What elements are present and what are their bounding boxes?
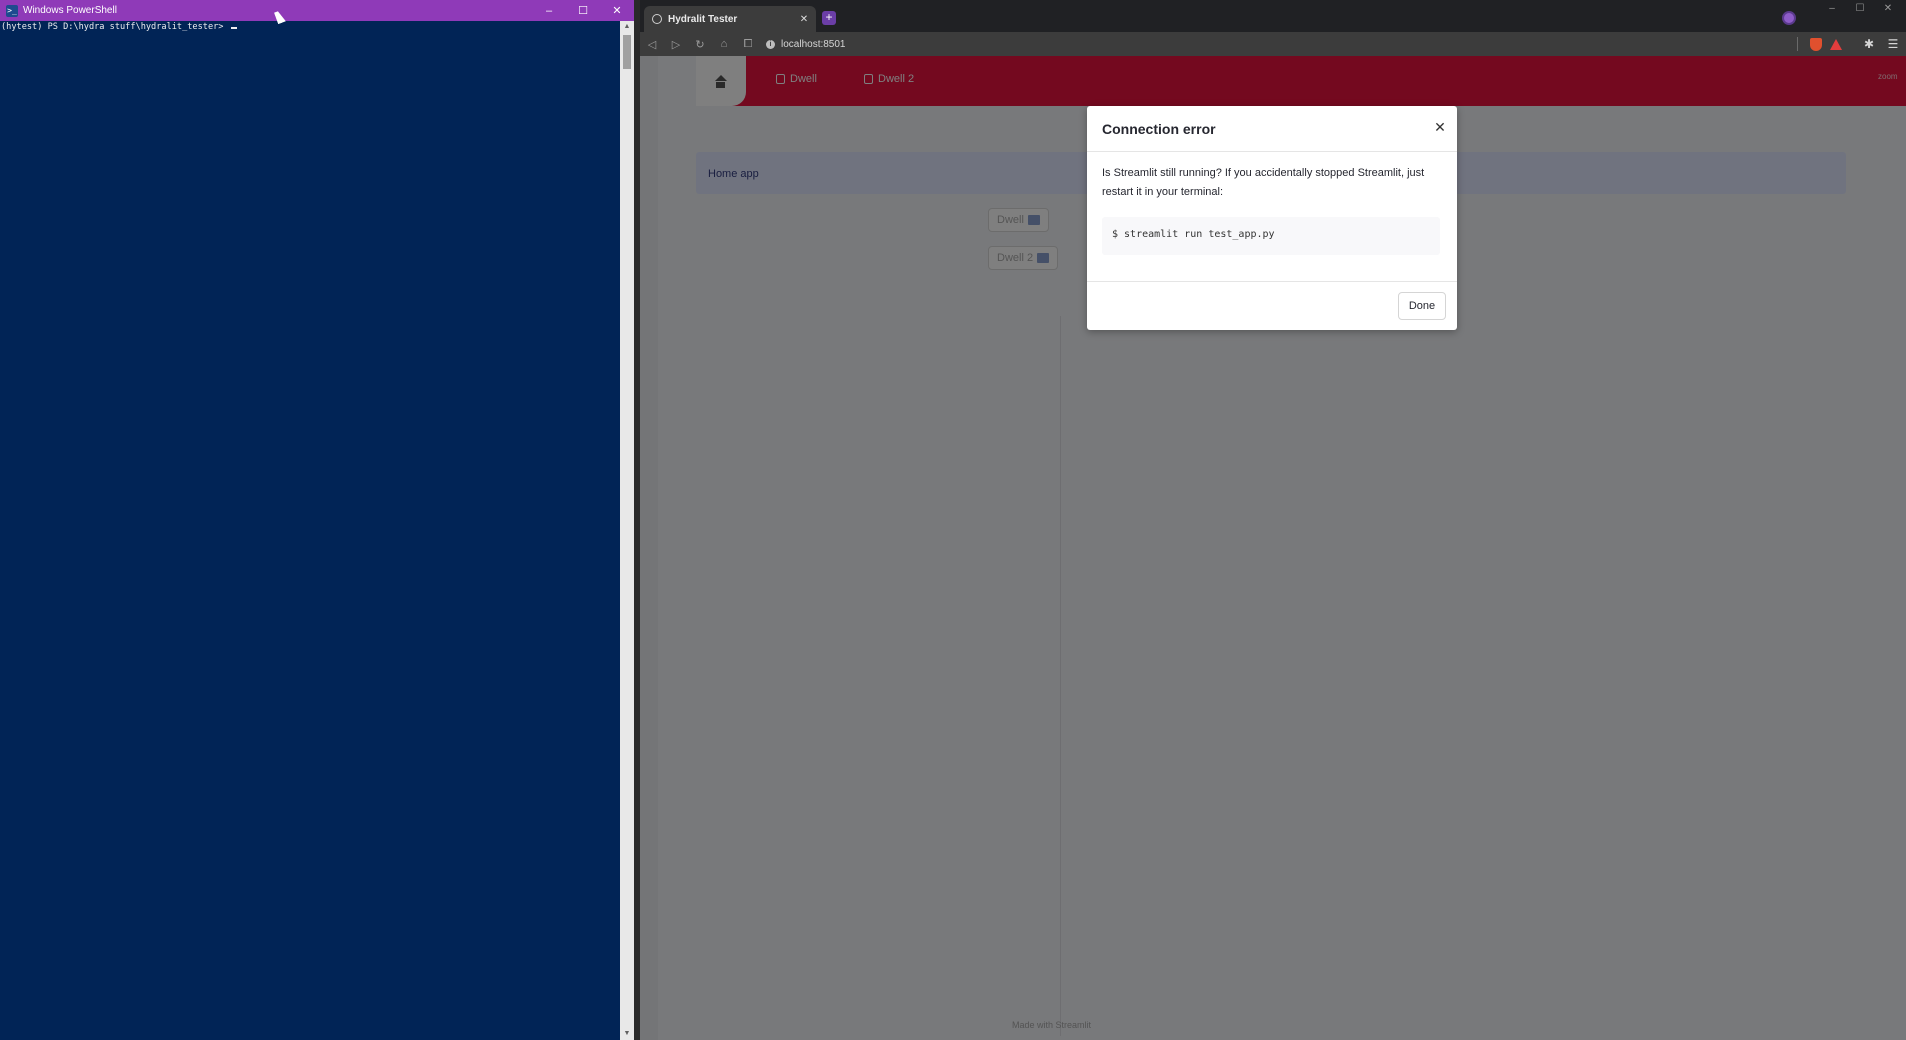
- toolbar-separator: [1797, 37, 1798, 51]
- bookmark-icon[interactable]: ⧠: [736, 32, 760, 56]
- powershell-console[interactable]: (hytest) PS D:\hydra stuff\hydralit_test…: [0, 21, 620, 1040]
- address-bar[interactable]: i localhost:8501: [766, 34, 1797, 54]
- globe-icon: [652, 14, 662, 24]
- powershell-titlebar[interactable]: >_ Windows PowerShell – ☐ ✕: [0, 0, 634, 21]
- scroll-down-icon[interactable]: ▼: [620, 1028, 634, 1040]
- brave-shield-icon[interactable]: [1810, 37, 1822, 51]
- powershell-window: >_ Windows PowerShell – ☐ ✕ (hytest) PS …: [0, 0, 634, 1040]
- address-text: localhost:8501: [781, 38, 846, 50]
- dialog-header: Connection error ✕: [1087, 106, 1457, 152]
- browser-minimize-button[interactable]: –: [1818, 3, 1846, 19]
- desktop-screen: >_ Windows PowerShell – ☐ ✕ (hytest) PS …: [0, 0, 1906, 1040]
- connection-error-dialog: Connection error ✕ Is Streamlit still ru…: [1087, 106, 1457, 330]
- browser-tab[interactable]: Hydralit Tester ✕: [644, 6, 816, 32]
- browser-window: Hydralit Tester ✕ + – ☐ ✕ ◁ ▷ ↻ ⌂ ⧠ i lo…: [640, 0, 1906, 1040]
- forward-icon[interactable]: ▷: [664, 32, 688, 56]
- scroll-up-icon[interactable]: ▲: [620, 21, 634, 33]
- menu-icon[interactable]: ☰: [1884, 37, 1902, 51]
- powershell-logo-icon: >_: [6, 4, 18, 17]
- profile-icon[interactable]: [1782, 11, 1796, 25]
- powershell-maximize-button[interactable]: ☐: [566, 0, 600, 21]
- extensions-icon[interactable]: ✱: [1860, 37, 1878, 51]
- dialog-footer: Done: [1087, 281, 1457, 330]
- browser-tab-strip: Hydralit Tester ✕ + – ☐ ✕: [640, 0, 1906, 32]
- page-viewport: Dwell Dwell 2 zoom Home app Dwell Dwell …: [640, 56, 1906, 1040]
- dialog-message: Is Streamlit still running? If you accid…: [1102, 167, 1425, 198]
- done-button[interactable]: Done: [1398, 292, 1446, 320]
- tab-title: Hydralit Tester: [668, 13, 738, 25]
- tab-close-icon[interactable]: ✕: [796, 14, 812, 25]
- reload-icon[interactable]: ↻: [688, 32, 712, 56]
- home-icon[interactable]: ⌂: [712, 32, 736, 56]
- back-icon[interactable]: ◁: [640, 32, 664, 56]
- close-icon[interactable]: ✕: [1433, 120, 1447, 134]
- toolbar-right-icons: ✱ ☰: [1797, 37, 1906, 51]
- site-info-icon[interactable]: i: [766, 39, 775, 49]
- powershell-scrollbar[interactable]: ▲ ▼: [620, 21, 634, 1040]
- new-tab-button[interactable]: +: [822, 11, 836, 25]
- browser-maximize-button[interactable]: ☐: [1846, 3, 1874, 19]
- dialog-title: Connection error: [1102, 121, 1216, 137]
- text-cursor: [230, 27, 237, 29]
- browser-toolbar: ◁ ▷ ↻ ⌂ ⧠ i localhost:8501 ✱ ☰: [640, 32, 1906, 56]
- dialog-code-block: $ streamlit run test_app.py: [1102, 217, 1440, 255]
- browser-close-button[interactable]: ✕: [1874, 3, 1902, 19]
- scrollbar-thumb[interactable]: [623, 35, 631, 69]
- powershell-close-button[interactable]: ✕: [600, 0, 634, 21]
- powershell-minimize-button[interactable]: –: [532, 0, 566, 21]
- powershell-prompt: (hytest) PS D:\hydra stuff\hydralit_test…: [1, 22, 229, 32]
- brave-rewards-icon[interactable]: [1830, 38, 1842, 50]
